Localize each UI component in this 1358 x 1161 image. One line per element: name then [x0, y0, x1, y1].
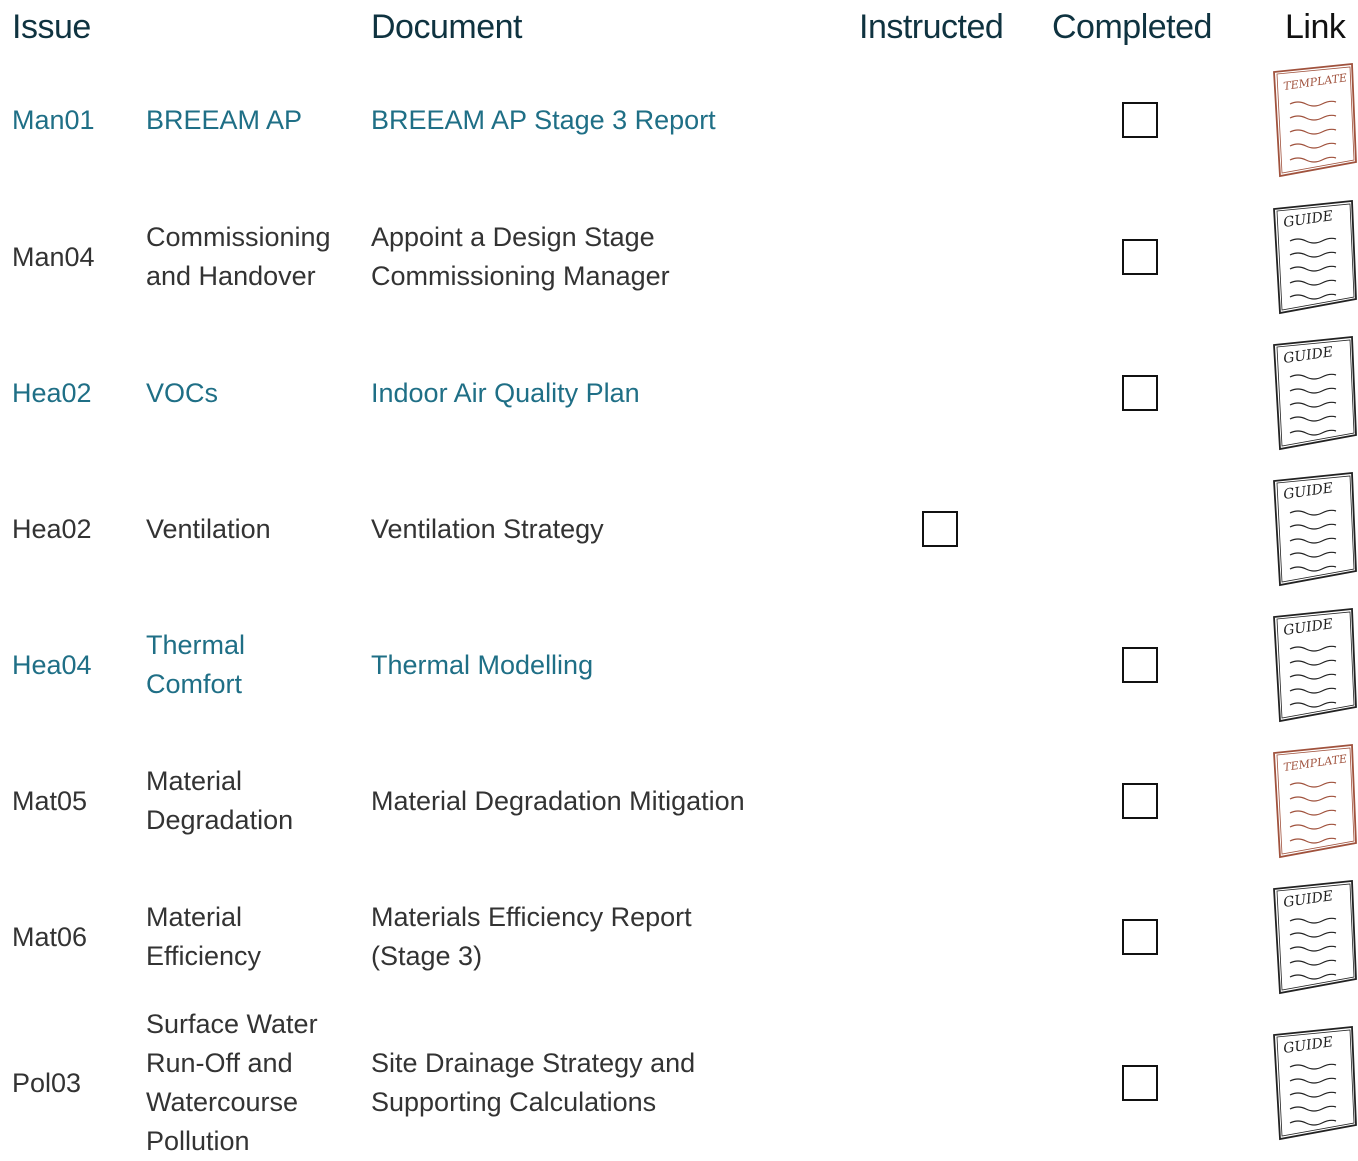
document-name-line: (Stage 3) [371, 941, 483, 971]
completed-checkbox[interactable] [1122, 1065, 1158, 1101]
issue-name-line: Watercourse [146, 1087, 299, 1117]
issue-name: Material Degradation [146, 762, 361, 840]
document-name: Appoint a Design Stage Commissioning Mana… [371, 218, 841, 296]
document-name-line: Commissioning Manager [371, 261, 670, 291]
issue-code: Mat06 [12, 918, 87, 957]
issue-code-line: Mat05 [12, 785, 88, 816]
issue-name-line: Thermal [146, 630, 246, 660]
issue-name: Ventilation [146, 510, 361, 549]
completed-checkbox[interactable] [1122, 919, 1158, 955]
document-name-line: Appoint a Design Stage [371, 222, 655, 252]
issue-code: Pol03 [12, 1064, 81, 1103]
issue-name-line: VOCs [146, 377, 219, 408]
header-link: Link [1285, 8, 1346, 46]
document-name-line: Site Drainage Strategy and [371, 1048, 696, 1078]
issue-code: Man04 [12, 238, 95, 277]
document-name: Indoor Air Quality Plan [371, 374, 841, 413]
issue-code: Hea04 [12, 646, 92, 685]
document-name-line: Indoor Air Quality Plan [371, 377, 640, 408]
issue-code-line: Man01 [12, 104, 95, 135]
document-name: Materials Efficiency Report (Stage 3) [371, 898, 841, 976]
issue-code: Hea02 [12, 510, 92, 549]
guide-document-icon[interactable]: GUIDE [1268, 607, 1358, 723]
issue-code: Mat05 [12, 782, 87, 821]
guide-document-icon[interactable]: GUIDE [1268, 879, 1358, 995]
header-issue: Issue [12, 8, 91, 46]
issue-name-line: Efficiency [146, 941, 262, 971]
document-name-line: Materials Efficiency Report [371, 902, 692, 932]
issue-code: Man01 [12, 101, 95, 140]
issue-name-line: Pollution [146, 1126, 250, 1156]
issue-name-line: Degradation [146, 805, 294, 835]
issue-code-line: Mat06 [12, 921, 88, 952]
issue-name: BREEAM AP [146, 101, 361, 140]
template-document-icon[interactable]: TEMPLATE [1268, 62, 1358, 178]
completed-checkbox[interactable] [1122, 102, 1158, 138]
header-document: Document [371, 8, 522, 46]
document-name: Thermal Modelling [371, 646, 841, 685]
completed-checkbox[interactable] [1122, 783, 1158, 819]
issue-code-line: Man04 [12, 241, 95, 272]
header-completed: Completed [1052, 8, 1212, 46]
issue-code-line: Hea04 [12, 649, 92, 680]
document-name: Ventilation Strategy [371, 510, 841, 549]
issue-code-line: Hea02 [12, 377, 92, 408]
guide-document-icon[interactable]: GUIDE [1268, 471, 1358, 587]
issue-name-line: BREEAM AP [146, 104, 303, 135]
issue-name-line: Run-Off and [146, 1048, 293, 1078]
issue-name-line: Material [146, 902, 243, 932]
template-document-icon[interactable]: TEMPLATE [1268, 743, 1358, 859]
document-name: BREEAM AP Stage 3 Report [371, 101, 841, 140]
guide-document-icon[interactable]: GUIDE [1268, 199, 1358, 315]
completed-checkbox[interactable] [1122, 375, 1158, 411]
document-name: Site Drainage Strategy and Supporting Cal… [371, 1044, 841, 1122]
document-name-line: Ventilation Strategy [371, 513, 604, 544]
issue-code-line: Hea02 [12, 513, 92, 544]
issue-name-line: Surface Water [146, 1009, 318, 1039]
issue-name: Material Efficiency [146, 898, 361, 976]
header-instructed: Instructed [859, 8, 1004, 46]
issue-name-line: and Handover [146, 261, 316, 291]
document-name-line: Thermal Modelling [371, 649, 594, 680]
document-name-line: Supporting Calculations [371, 1087, 657, 1117]
document-name-line: BREEAM AP Stage 3 Report [371, 104, 716, 135]
issue-code: Hea02 [12, 374, 92, 413]
issue-name: Surface Water Run-Off and Watercourse Pollu… [146, 1005, 361, 1161]
issue-name: VOCs [146, 374, 361, 413]
issue-name-line: Comfort [146, 669, 243, 699]
issue-name-line: Ventilation [146, 513, 271, 544]
issue-code-line: Pol03 [12, 1067, 82, 1098]
issue-name-line: Commissioning [146, 222, 331, 252]
document-name-line: Material Degradation Mitigation [371, 785, 745, 816]
instructed-checkbox[interactable] [922, 511, 958, 547]
issue-name: Commissioning and Handover [146, 218, 361, 296]
issue-name-line: Material [146, 766, 243, 796]
guide-document-icon[interactable]: GUIDE [1268, 335, 1358, 451]
completed-checkbox[interactable] [1122, 239, 1158, 275]
completed-checkbox[interactable] [1122, 647, 1158, 683]
document-name: Material Degradation Mitigation [371, 782, 841, 821]
guide-document-icon[interactable]: GUIDE [1268, 1025, 1358, 1141]
issue-name: Thermal Comfort [146, 626, 361, 704]
